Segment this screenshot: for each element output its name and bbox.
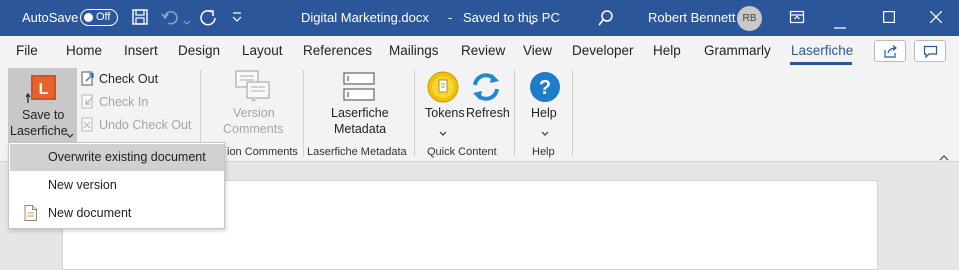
avatar[interactable]: RB (737, 6, 762, 31)
group-label-version-comments: ion Comments (227, 146, 298, 158)
share-button[interactable] (874, 40, 906, 62)
group-label-quick-content: Quick Content (427, 146, 497, 158)
laserfiche-save-icon: L (25, 74, 58, 107)
collapse-ribbon-icon[interactable] (939, 150, 949, 164)
autosave-label: AutoSave (22, 10, 79, 25)
check-in-icon (80, 94, 96, 113)
undo-check-out-button[interactable]: Undo Check Out (99, 118, 191, 132)
help-icon: ? (529, 71, 561, 106)
tab-insert[interactable]: Insert (124, 43, 158, 58)
save-to-laserfiche-button[interactable]: L Save to Laserfiche (8, 68, 77, 142)
separator-dash: - (448, 10, 453, 25)
tab-mailings[interactable]: Mailings (389, 43, 439, 58)
close-icon[interactable] (929, 10, 943, 26)
save-to-label-2: Laserfiche (10, 124, 68, 138)
user-name[interactable]: Robert Bennett (648, 10, 735, 25)
search-icon[interactable] (597, 9, 615, 30)
maximize-icon[interactable] (883, 11, 896, 26)
tab-help[interactable]: Help (653, 43, 681, 58)
save-status-dropdown-icon[interactable] (528, 14, 536, 29)
title-bar: AutoSave Off Digital Marketing.docx - Sa… (0, 0, 959, 36)
tab-layout[interactable]: Layout (242, 43, 283, 58)
new-document-icon (24, 205, 37, 224)
help-chevron-down-icon (541, 126, 549, 140)
laserfiche-metadata-label-2[interactable]: Metadata (334, 122, 386, 136)
ribbon-tabs: File Home Insert Design Layout Reference… (0, 36, 959, 66)
tab-references[interactable]: References (303, 43, 372, 58)
menu-item-overwrite-existing-document[interactable]: Overwrite existing document (10, 144, 224, 171)
tokens-button[interactable]: Tokens (425, 106, 465, 120)
laserfiche-metadata-icon (342, 71, 376, 106)
redo-icon[interactable] (198, 7, 218, 30)
undo-icon[interactable] (160, 8, 180, 29)
tab-design[interactable]: Design (178, 43, 220, 58)
customize-toolbar-icon[interactable] (232, 11, 242, 26)
help-button[interactable]: Help (531, 106, 557, 120)
group-divider (514, 70, 515, 156)
group-divider (303, 70, 304, 156)
toggle-knob (84, 12, 93, 22)
undo-check-out-icon (80, 117, 96, 136)
tokens-icon (427, 71, 459, 106)
document-title[interactable]: Digital Marketing.docx (301, 10, 429, 25)
check-out-icon (80, 71, 96, 90)
tokens-chevron-down-icon (439, 126, 447, 140)
version-comments-label-1[interactable]: Version (233, 106, 275, 120)
tab-developer[interactable]: Developer (572, 43, 634, 58)
check-in-button[interactable]: Check In (99, 95, 148, 109)
minimize-icon[interactable] (834, 17, 846, 32)
group-divider (572, 70, 573, 156)
refresh-icon (470, 71, 502, 106)
group-label-help: Help (532, 146, 555, 158)
active-tab-indicator (790, 62, 852, 65)
autosave-state: Off (96, 11, 111, 23)
menu-item-new-version[interactable]: New version (10, 172, 224, 199)
ribbon-display-options-icon[interactable] (789, 9, 805, 28)
version-comments-icon (235, 70, 271, 105)
menu-item-new-document[interactable]: New document (10, 200, 224, 227)
tab-laserfiche[interactable]: Laserfiche (791, 43, 853, 58)
tab-review[interactable]: Review (461, 43, 505, 58)
chevron-down-icon (66, 128, 74, 142)
comments-button[interactable] (914, 40, 946, 62)
check-out-button[interactable]: Check Out (99, 72, 158, 86)
menu-item-label: Overwrite existing document (48, 150, 206, 164)
laserfiche-metadata-label-1[interactable]: Laserfiche (331, 106, 389, 120)
save-icon[interactable] (131, 8, 149, 29)
refresh-button[interactable]: Refresh (466, 106, 510, 120)
tab-home[interactable]: Home (66, 43, 102, 58)
tab-view[interactable]: View (523, 43, 552, 58)
menu-item-label: New document (48, 206, 132, 220)
tab-file[interactable]: File (16, 43, 38, 58)
group-divider (414, 70, 415, 156)
group-label-laserfiche-metadata: Laserfiche Metadata (307, 146, 407, 158)
svg-text:L: L (39, 81, 49, 98)
tab-grammarly[interactable]: Grammarly (704, 43, 771, 58)
undo-dropdown-icon[interactable] (183, 14, 191, 29)
svg-text:?: ? (539, 77, 551, 99)
save-to-label-1: Save to (22, 108, 65, 122)
version-comments-label-2[interactable]: Comments (223, 122, 283, 136)
save-to-laserfiche-menu: Overwrite existing document New version … (8, 142, 225, 229)
save-status[interactable]: Saved to this PC (463, 10, 560, 25)
autosave-toggle[interactable]: Off (80, 9, 118, 26)
menu-item-label: New version (48, 178, 117, 192)
